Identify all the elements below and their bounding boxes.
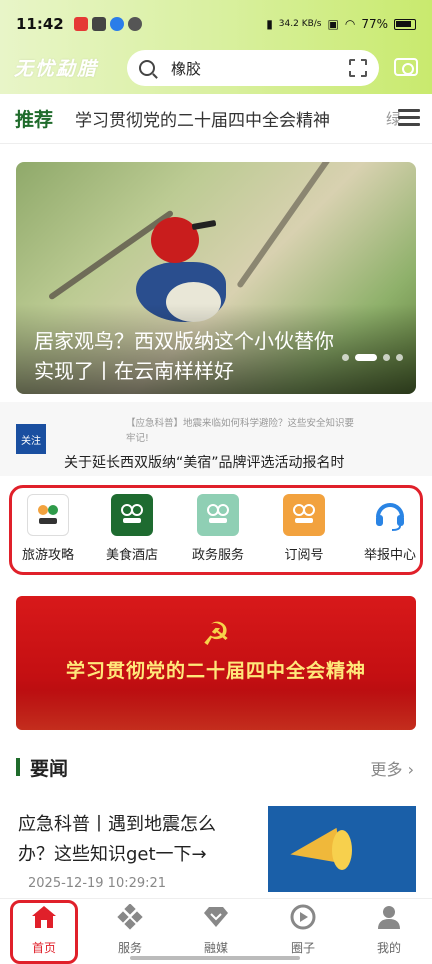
nav-service[interactable]: 服务 (95, 903, 165, 956)
hammer-sickle-icon: ☭ (201, 615, 231, 653)
chevron-right-icon: › (407, 760, 414, 779)
nav-circle[interactable]: 圈子 (268, 903, 338, 956)
nav-profile[interactable]: 我的 (354, 903, 424, 956)
media-icon (202, 903, 230, 931)
party-banner[interactable]: ☭ 学习贯彻党的二十届四中全会精神 (16, 596, 416, 730)
article-thumbnail (268, 806, 416, 892)
section-accent-bar (16, 758, 20, 776)
notification-icons (73, 17, 142, 31)
service-icon (116, 903, 144, 931)
profile-icon (375, 903, 403, 931)
carousel-dot-active[interactable] (355, 354, 377, 361)
party-banner-title: 学习贯彻党的二十届四中全会精神 (65, 660, 366, 682)
service-label: 订阅号 (284, 548, 324, 563)
app-header: 无忧勐腊 橡胶 (0, 48, 432, 88)
service-travel[interactable]: 旅游攻略 (8, 494, 88, 563)
travel-icon (27, 494, 69, 536)
subscribe-icon (283, 494, 325, 536)
nav-label: 融媒 (203, 941, 228, 955)
nav-label: 服务 (117, 941, 142, 955)
tab-recommend[interactable]: 推荐 (15, 105, 53, 132)
service-food[interactable]: 美食酒店 (92, 494, 172, 563)
menu-icon[interactable] (398, 109, 420, 127)
carousel-dots (342, 354, 403, 361)
news-article[interactable]: 应急科普丨遇到地震怎么办？这些知识get一下→ 2025-12-19 10:29… (16, 806, 416, 896)
gesture-bar[interactable] (130, 956, 300, 960)
news-section-title: 要闻 (30, 758, 69, 780)
news-ticker[interactable]: 关注 【应急科普】地震来临如何科学避险？这些安全知识要牢记! 关于延长西双版纳“… (0, 402, 432, 476)
nav-label: 我的 (376, 941, 401, 955)
calendar-notification-icon (91, 17, 106, 31)
search-input[interactable]: 橡胶 (127, 50, 379, 86)
tab-headline[interactable]: 学习贯彻党的二十届四中全会精神 (75, 106, 330, 131)
search-icon (139, 60, 155, 76)
follow-badge: 关注 (16, 424, 46, 454)
app-notification-icon (73, 17, 88, 31)
battery-icon (394, 18, 416, 30)
article-title: 应急科普丨遇到地震怎么办？这些知识get一下→ (18, 814, 216, 865)
service-label: 旅游攻略 (21, 548, 74, 563)
service-label: 举报中心 (363, 548, 416, 563)
headset-icon (369, 494, 411, 536)
top-header-area: 11:42 ▮ 34.2 KB/s ▣ ◠ 77% 无忧勐腊 橡胶 (0, 0, 432, 94)
camera-icon[interactable] (394, 58, 418, 76)
sync-notification-icon (109, 17, 124, 31)
branch-graphic (236, 162, 356, 289)
nav-media[interactable]: 融媒 (181, 903, 251, 956)
channel-tabs: 推荐 学习贯彻党的二十届四中全会精神 绿 (0, 94, 432, 144)
more-link[interactable]: 更多 › (370, 756, 414, 780)
banner-wave (16, 690, 416, 730)
banner-title: 居家观鸟？西双版纳这个小伙替你实现了丨在云南样样好 (34, 329, 334, 383)
carousel-dot[interactable] (383, 354, 390, 361)
service-subscribe[interactable]: 订阅号 (264, 494, 344, 563)
news-section-header: 要闻 更多 › (16, 752, 416, 782)
status-right: ▮ 34.2 KB/s ▣ ◠ 77% (266, 17, 416, 31)
link-notification-icon (127, 17, 142, 31)
ticker-current-item[interactable]: 关于延长西双版纳“美宿”品牌评选活动报名时 (64, 452, 345, 472)
banner-carousel[interactable]: 居家观鸟？西双版纳这个小伙替你实现了丨在云南样样好 (16, 162, 416, 394)
wifi-icon: ◠ (344, 17, 356, 31)
nav-label: 圈子 (290, 941, 315, 955)
service-label: 美食酒店 (105, 548, 158, 563)
app-logo: 无忧勐腊 (14, 58, 99, 80)
food-icon (111, 494, 153, 536)
nav-home-highlight (10, 900, 78, 964)
circle-icon (289, 903, 317, 931)
battery-percent: 77% (361, 17, 388, 31)
article-time: 2025-12-19 10:29:21 (28, 876, 167, 891)
sim-icon: ▣ (327, 17, 339, 31)
status-bar: 11:42 ▮ 34.2 KB/s ▣ ◠ 77% (0, 0, 432, 48)
ticker-previous-item[interactable]: 【应急科普】地震来临如何科学避险？这些安全知识要牢记! (126, 416, 356, 446)
service-label: 政务服务 (191, 548, 244, 563)
services-grid: 旅游攻略 美食酒店 政务服务 订阅号 举报中心 (9, 485, 423, 575)
service-gov[interactable]: 政务服务 (178, 494, 258, 563)
gov-icon (197, 494, 239, 536)
service-report[interactable]: 举报中心 (350, 494, 430, 563)
vibrate-icon: ▮ (266, 17, 273, 31)
more-label: 更多 (370, 760, 403, 779)
search-value: 橡胶 (171, 59, 202, 78)
megaphone-bell-graphic (332, 830, 352, 870)
scan-icon[interactable] (349, 59, 367, 77)
status-time: 11:42 (16, 15, 64, 33)
network-speed: 34.2 KB/s (278, 19, 322, 29)
carousel-dot[interactable] (342, 354, 349, 361)
bird-beak-graphic (191, 219, 217, 231)
carousel-dot[interactable] (396, 354, 403, 361)
